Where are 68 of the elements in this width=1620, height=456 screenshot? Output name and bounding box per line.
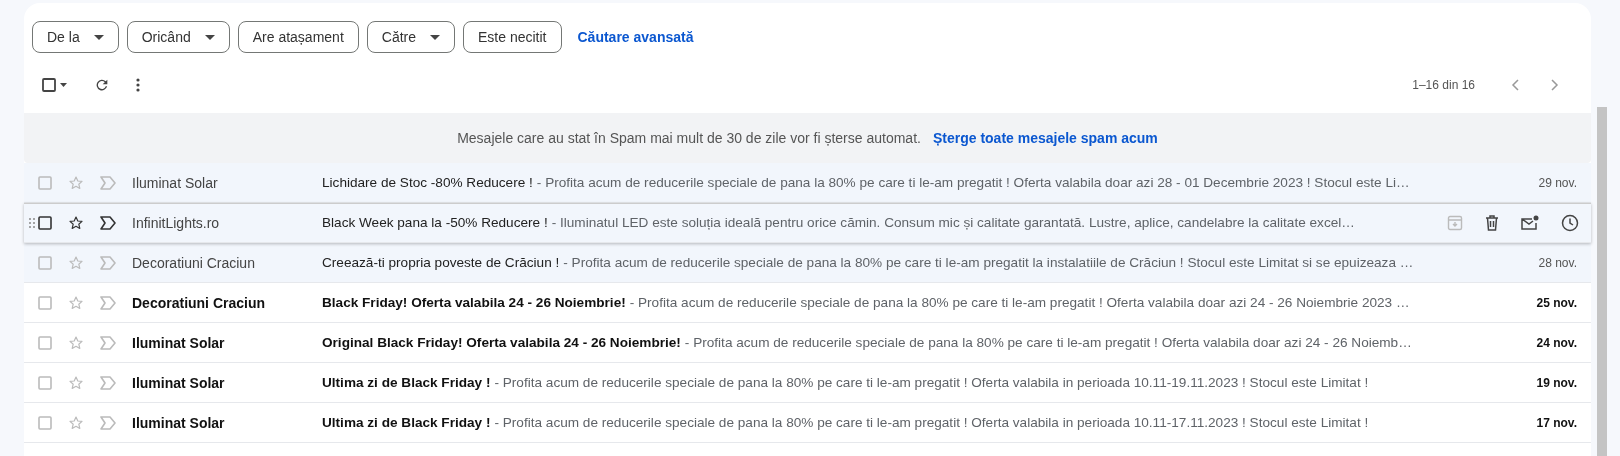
- row-checkbox[interactable]: [38, 295, 52, 310]
- email-subject: Lichidare de Stoc -80% Reducere !: [322, 175, 533, 190]
- star-icon[interactable]: [68, 254, 84, 271]
- filter-chip[interactable]: De la: [32, 21, 119, 53]
- sender-name: Iluminat Solar: [132, 414, 226, 431]
- banner-text: Mesajele care au stat în Spam mai mult de 30 de zile vor fi șterse automat.: [457, 130, 921, 146]
- filter-chip[interactable]: Oricând: [126, 21, 230, 53]
- email-subject: Original Black Friday! Oferta valabila 24 - 26 Noiembrie!: [322, 335, 681, 350]
- filter-chip[interactable]: Este necitit: [463, 21, 562, 53]
- row-checkbox[interactable]: [38, 335, 52, 350]
- row-checkbox[interactable]: [38, 255, 52, 270]
- email-subject: Ultima zi de Black Friday !: [322, 415, 491, 430]
- sender-name: InfinitLights.ro: [132, 214, 221, 231]
- delete-spam-link[interactable]: Șterge toate mesajele spam acum: [932, 130, 1158, 146]
- caret-icon: [204, 34, 215, 40]
- row-checkbox[interactable]: [38, 175, 52, 190]
- caret-icon: [93, 34, 104, 40]
- sender-name: Iluminat Solar: [132, 334, 226, 351]
- row-checkbox[interactable]: [38, 215, 52, 230]
- email-date: 28 nov.: [1537, 255, 1578, 270]
- email-subject: Ultima zi de Black Friday !: [322, 375, 491, 390]
- more-icon[interactable]: [136, 77, 140, 93]
- email-snippet: - Profita acum de reducerile speciale de pana la 80% pe care ti le-am pregatit ! Oferta valabila doar azi 24 - 26 Noiembrie 2023 …: [629, 295, 1410, 310]
- email-date: 25 nov.: [1535, 295, 1578, 310]
- email-snippet: - Profita acum de reducerile speciale de pana la 80% pe care ti le-am pregatit ! Oferta valabila in perioada 10.11-17.11.2023 ! Stocul este Limitat !: [494, 415, 1369, 430]
- filter-chip[interactable]: Către: [366, 21, 455, 53]
- importance-icon[interactable]: [100, 215, 116, 230]
- email-subject: Creează-ti propria poveste de Crăciun !: [322, 255, 560, 270]
- email-snippet: - Profita acum de reducerile speciale de pana la 80% pe care ti le-am pregatit ! Oferta valabila doar azi 24 - 26 Noiemb…: [684, 335, 1412, 350]
- row-checkbox[interactable]: [38, 415, 52, 430]
- email-date: 24 nov.: [1535, 335, 1578, 350]
- email-snippet: - Profita acum de reducerile speciale de pana la 80% pe care ti le-am pregatit la instalatiile de Crăciun ! Stocul este Limitat si se epuizeaza …: [563, 255, 1414, 270]
- scrollbar[interactable]: [1597, 107, 1607, 456]
- advanced-search-link[interactable]: Căutare avansată: [577, 29, 694, 45]
- email-snippet: - Profita acum de reducerile speciale de pana la 80% pe care ti le-am pregatit ! Oferta valabila in perioada 10.11-19.11.2023 ! Stocul este Limitat !: [494, 375, 1369, 390]
- email-snippet: - Profita acum de reducerile speciale de pana la 80% pe care ti le-am pregatit ! Oferta valabila doar azi 28 - 01 Decembrie 2023 ! Stocul este Li…: [536, 175, 1410, 190]
- caret-icon: [430, 34, 440, 40]
- sender-name: Iluminat Solar: [132, 374, 226, 391]
- star-icon[interactable]: [68, 414, 84, 431]
- star-icon[interactable]: [68, 214, 84, 231]
- email-date: 17 nov.: [1535, 415, 1578, 430]
- email-snippet: - Iluminatul LED este soluția ideală pentru orice cămin. Consum mic și calitate garantată. Lustre, aplice, candelabre la calitate excel…: [551, 215, 1355, 230]
- mark-unread-icon[interactable]: [1521, 214, 1539, 231]
- star-icon[interactable]: [68, 334, 84, 351]
- email-row[interactable]: [24, 163, 1591, 203]
- select-all-checkbox[interactable]: [42, 78, 68, 92]
- snooze-icon[interactable]: [1561, 213, 1579, 232]
- email-row[interactable]: [24, 243, 1591, 283]
- delete-icon[interactable]: [1485, 214, 1499, 231]
- sender-name: Decoratiuni Craciun: [132, 294, 267, 311]
- previous-page-icon[interactable]: [1511, 79, 1519, 91]
- next-page-icon[interactable]: [1551, 79, 1559, 91]
- star-icon[interactable]: [68, 374, 84, 391]
- star-icon[interactable]: [68, 174, 84, 191]
- sender-name: Decoratiuni Craciun: [132, 254, 256, 271]
- email-row[interactable]: InfinitLights.ro Black Week pana la -50% Reducere ! - Iluminatul LED este soluția ideală pentru orice cămin. Consum mic și calitate garantată. Lustre, aplice, candelabre la calitate excel…: [24, 203, 1591, 243]
- row-checkbox[interactable]: [38, 375, 52, 390]
- star-icon[interactable]: [68, 294, 84, 311]
- drag-handle-icon[interactable]: [29, 217, 35, 228]
- pagination-text: 1–16 din 16: [1412, 78, 1475, 92]
- email-date: 19 nov.: [1535, 375, 1578, 390]
- filter-chip[interactable]: Are atașament: [237, 21, 359, 53]
- refresh-icon[interactable]: [94, 77, 110, 93]
- email-date: 29 nov.: [1537, 175, 1578, 190]
- sender-name: Iluminat Solar: [132, 174, 219, 191]
- archive-icon[interactable]: [1447, 214, 1463, 231]
- email-subject: Black Friday! Oferta valabila 24 - 26 Noiembrie!: [322, 295, 626, 310]
- email-subject: Black Week pana la -50% Reducere !: [322, 215, 548, 230]
